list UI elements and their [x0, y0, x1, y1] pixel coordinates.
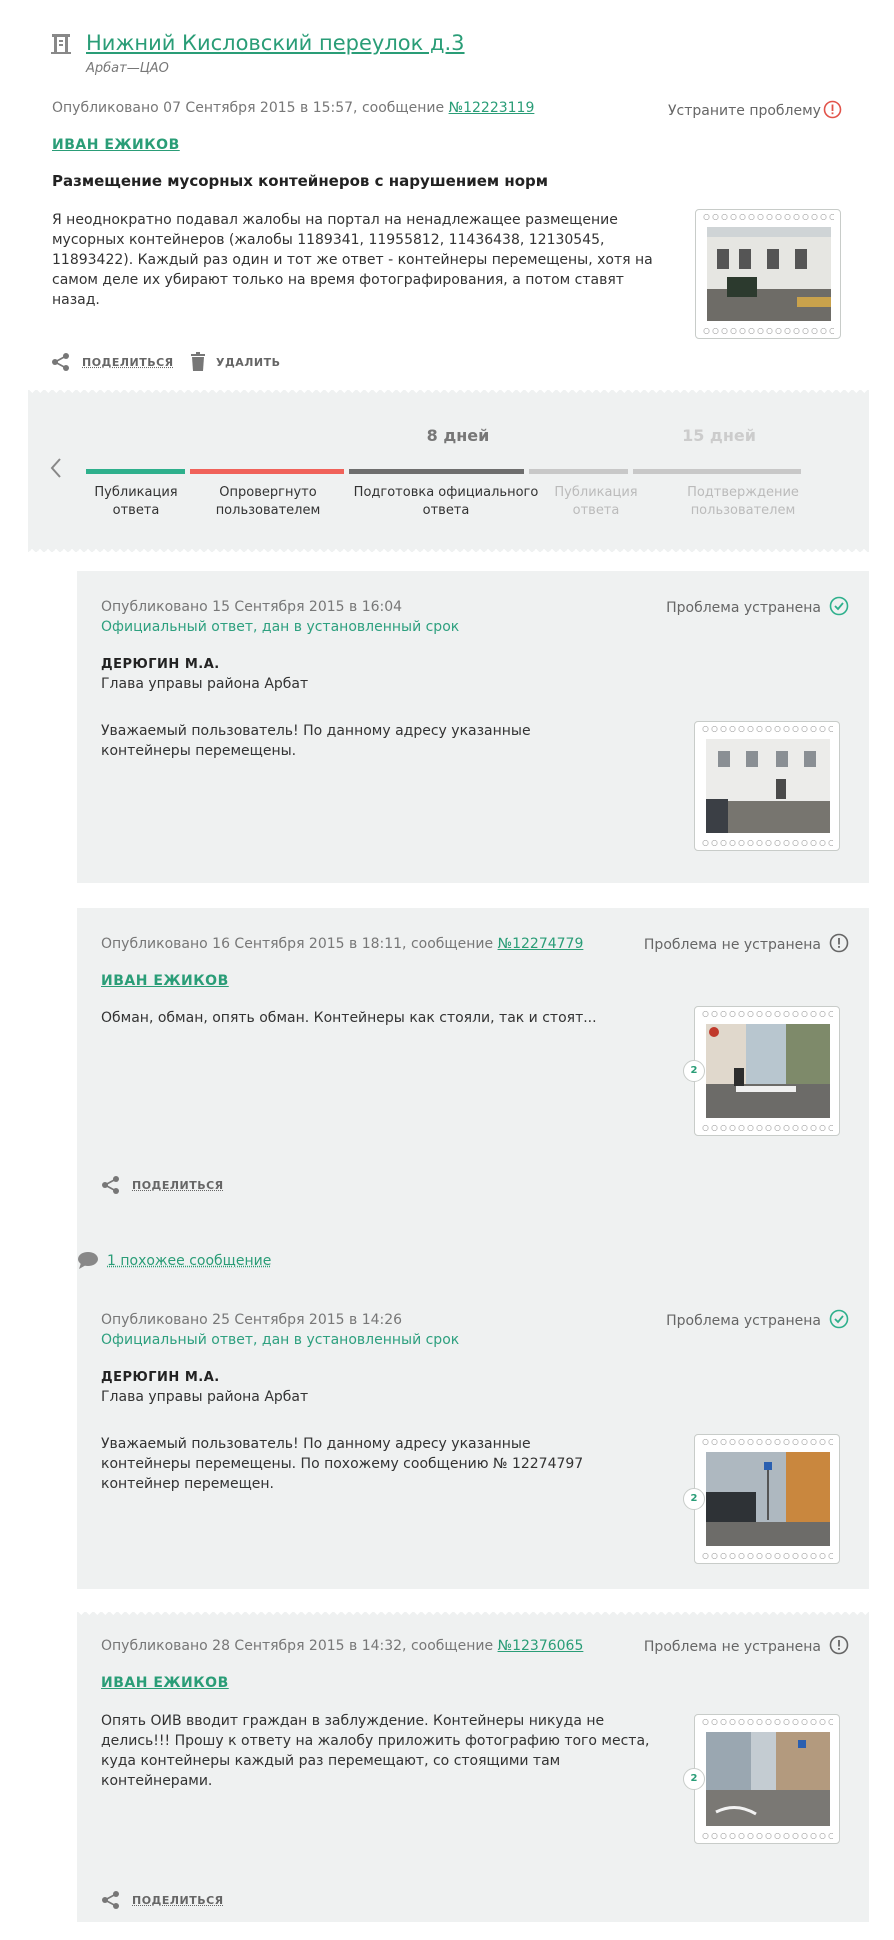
share-label: поделиться [132, 1894, 224, 1907]
progress-track [86, 469, 828, 474]
author-link[interactable]: ИВАН ЕЖИКОВ [101, 1675, 229, 1691]
address-title[interactable]: Нижний Кисловский переулок д.3 [86, 31, 465, 55]
response-photo[interactable]: 2 [683, 1434, 840, 1564]
stage-bar-2 [190, 469, 344, 474]
stage-bar-5 [633, 469, 801, 474]
trash-icon [190, 352, 206, 376]
similar-messages-bar: 1 похожее сообщение [77, 1239, 869, 1285]
status-unresolved: Проблема не устранена [643, 933, 849, 957]
official-note: Официальный ответ, дан в установленный с… [101, 619, 460, 635]
status-resolved: Проблема устранена [666, 1309, 849, 1333]
fix-problem-label: Устраните проблему [668, 103, 821, 119]
days-active: 8 дней [426, 426, 490, 445]
reply-photo[interactable]: 2 [683, 1006, 840, 1136]
photo-image [706, 1452, 830, 1546]
response-photo[interactable] [694, 721, 840, 851]
exclamation-circle-icon [829, 933, 849, 957]
response-text: Уважаемый пользователь! По данному адрес… [101, 723, 531, 759]
share-action[interactable]: поделиться [101, 1890, 231, 1910]
published-info: Опубликовано 28 Сентября 2015 в 14:32, с… [101, 1638, 583, 1654]
user-reply-card: Опубликовано 16 Сентября 2015 в 18:11, с… [77, 908, 869, 1251]
share-icon [51, 352, 71, 376]
status-label: Проблема устранена [666, 600, 821, 616]
published-text: Опубликовано 28 Сентября 2015 в 14:32, с… [101, 1638, 494, 1654]
message-number-link[interactable]: №12274779 [498, 936, 584, 952]
author-link[interactable]: ИВАН ЕЖИКОВ [52, 137, 180, 153]
share-icon [101, 1890, 121, 1914]
published-text: Опубликовано 07 Сентября 2015 в 15:57, с… [52, 100, 445, 116]
share-label: поделиться [132, 1179, 224, 1192]
stage-bar-3 [349, 469, 524, 474]
published-date: Опубликовано 25 Сентября 2015 в 14:26 [101, 1312, 403, 1328]
status-resolved: Проблема устранена [666, 596, 849, 620]
photo-count-badge[interactable]: 2 [683, 1488, 705, 1510]
stage-bar-1 [86, 469, 185, 474]
published-info: Опубликовано 16 Сентября 2015 в 18:11, с… [101, 936, 583, 952]
exclamation-circle-icon [829, 1635, 849, 1659]
complaint-subject: Размещение мусорных контейнеров с наруше… [52, 172, 549, 190]
check-circle-icon [829, 1309, 849, 1333]
similar-messages-link[interactable]: 1 похожее сообщение [107, 1253, 271, 1269]
published-text: Опубликовано 16 Сентября 2015 в 18:11, с… [101, 936, 494, 952]
published-info: Опубликовано 07 Сентября 2015 в 15:57, с… [52, 100, 534, 116]
user-reply-card: Опубликовано 28 Сентября 2015 в 14:32, с… [77, 1612, 869, 1922]
stage-label-5: Подтверждение пользователем [687, 485, 799, 518]
stage-label-2: Опровергнуто пользователем [215, 485, 321, 518]
check-circle-icon [829, 596, 849, 620]
photo-count-badge[interactable]: 2 [683, 1060, 705, 1082]
official-role: Глава управы района Арбат [101, 676, 309, 692]
message-number-link[interactable]: №12223119 [449, 100, 535, 116]
status-label: Проблема не устранена [643, 937, 821, 953]
stage-bar-4 [529, 469, 628, 474]
photo-image [707, 227, 831, 321]
district-label: Арбат—ЦАО [86, 61, 169, 76]
official-name: ДЕРЮГИН М.А. [101, 657, 220, 672]
fix-problem[interactable]: Устраните проблему [668, 100, 844, 120]
timeline-panel: 8 дней 15 дней Публикация ответа Опроверг… [28, 390, 869, 552]
reply-text: Опять ОИВ вводит граждан в заблуждение. … [101, 1713, 650, 1789]
complaint-text: Я неоднократно подавал жалобы на портал … [52, 212, 653, 308]
photo-count-badge[interactable]: 2 [683, 1768, 705, 1790]
building-icon [51, 33, 71, 59]
alert-icon [823, 100, 842, 123]
official-response-card: Опубликовано 15 Сентября 2015 в 16:04 Оф… [77, 571, 869, 883]
share-label: поделиться [82, 356, 174, 369]
response-text: Уважаемый пользователь! По данному адрес… [101, 1436, 584, 1492]
stage-label-3: Подготовка официального ответа [353, 485, 539, 518]
message-number-link[interactable]: №12376065 [498, 1638, 584, 1654]
official-response-card: Опубликовано 25 Сентября 2015 в 14:26 Оф… [77, 1284, 869, 1589]
author-link[interactable]: ИВАН ЕЖИКОВ [101, 973, 229, 989]
delete-label: удалить [216, 356, 281, 369]
official-role: Глава управы района Арбат [101, 1389, 309, 1405]
official-name: ДЕРЮГИН М.А. [101, 1370, 220, 1385]
share-action[interactable]: поделиться [101, 1175, 231, 1195]
share-icon [101, 1175, 121, 1199]
photo-image [706, 1024, 830, 1118]
published-date: Опубликовано 15 Сентября 2015 в 16:04 [101, 599, 403, 615]
photo-image [706, 739, 830, 833]
comment-icon [77, 1251, 99, 1273]
status-unresolved: Проблема не устранена [643, 1635, 849, 1659]
photo-image [706, 1732, 830, 1826]
stage-label-4: Публикация ответа [554, 485, 638, 518]
complaint-photo[interactable] [695, 209, 841, 339]
official-note: Официальный ответ, дан в установленный с… [101, 1332, 460, 1348]
status-label: Проблема устранена [666, 1313, 821, 1329]
reply-photo[interactable]: 2 [683, 1714, 840, 1844]
chevron-left-icon[interactable] [50, 458, 62, 482]
status-label: Проблема не устранена [643, 1639, 821, 1655]
stage-label-1: Публикация ответа [94, 485, 178, 518]
days-inactive: 15 дней [682, 426, 756, 445]
reply-text: Обман, обман, опять обман. Контейнеры ка… [101, 1010, 597, 1026]
